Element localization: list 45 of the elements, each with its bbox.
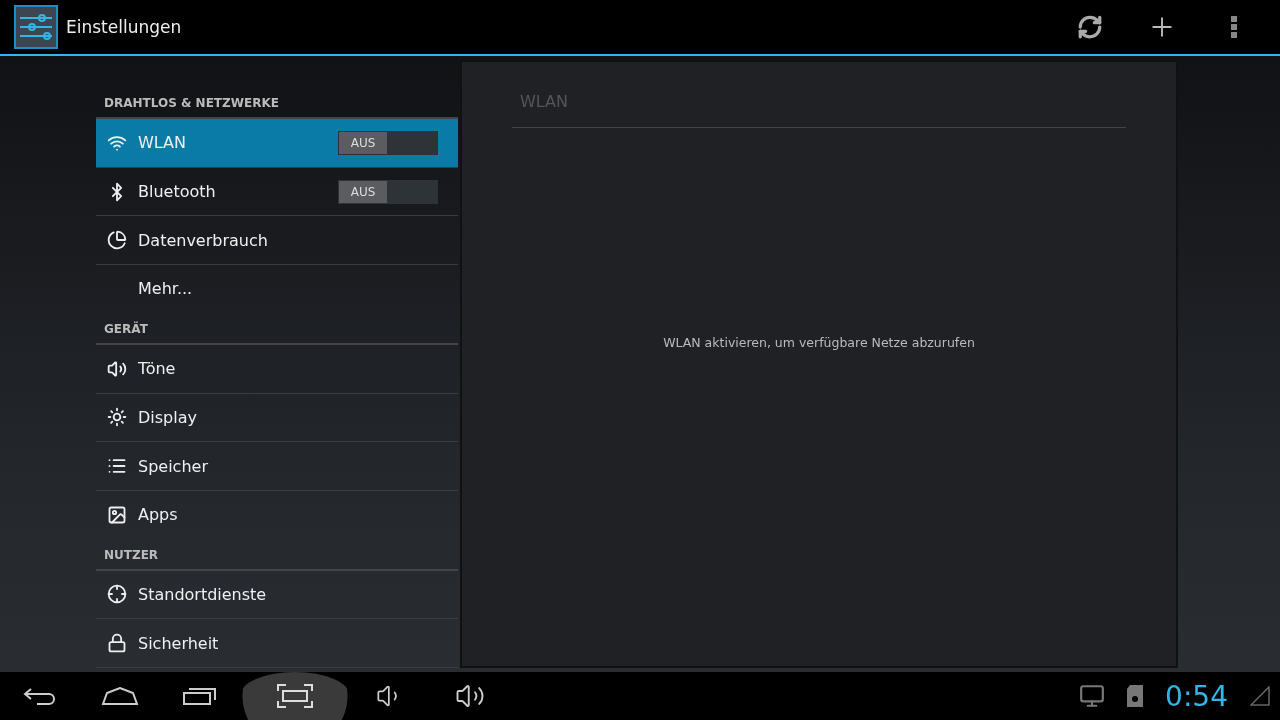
settings-item[interactable]: Datenverbrauch <box>96 216 458 266</box>
item-label: Bluetooth <box>138 182 217 202</box>
item-label: WLAN <box>138 133 187 153</box>
sd-card-icon <box>1127 685 1144 707</box>
toggle-switch[interactable]: AUS <box>338 179 438 204</box>
item-label: Töne <box>138 359 177 379</box>
item-label: Sicherheit <box>138 633 220 653</box>
settings-item[interactable]: Apps <box>96 490 458 540</box>
signal-icon <box>1250 686 1270 706</box>
monitor-icon <box>1079 683 1106 709</box>
switch-thumb: AUS <box>339 131 387 154</box>
switch-thumb: AUS <box>339 180 387 203</box>
item-label: Speicher <box>138 456 209 476</box>
app-title: Einstellungen <box>66 17 183 37</box>
home-icon <box>101 687 139 705</box>
item-label: Mehr... <box>138 279 194 299</box>
settings-item[interactable]: Display <box>96 393 458 443</box>
settings-item[interactable]: Töne <box>96 344 458 394</box>
section-header: NUTZER <box>96 539 458 571</box>
item-label: Datenverbrauch <box>138 230 269 250</box>
toggle-switch[interactable]: AUS <box>338 130 438 155</box>
settings-app-icon[interactable] <box>14 5 58 49</box>
settings-item[interactable]: Mehr... <box>96 265 458 314</box>
screenshot-icon <box>277 684 313 708</box>
item-label: Standortdienste <box>138 584 268 604</box>
recent-apps-icon <box>183 687 217 705</box>
settings-item[interactable]: Standortdienste <box>96 570 458 620</box>
sun-icon <box>107 407 127 428</box>
settings-item[interactable]: Speicher <box>96 442 458 491</box>
empty-message: WLAN aktivieren, um verfügbare Netze abzurufen <box>663 334 975 350</box>
settings-item[interactable]: WLAN AUS <box>96 119 458 168</box>
crosshair-icon <box>107 584 127 605</box>
pie-chart-icon <box>107 230 127 251</box>
sync-icon <box>1077 14 1103 40</box>
menu-icon <box>1231 16 1237 38</box>
section-header: GERÄT <box>96 313 458 345</box>
clock: 0:54 <box>1165 679 1228 713</box>
item-label: Apps <box>138 505 179 525</box>
speaker-icon <box>107 358 127 379</box>
image-icon <box>107 504 127 525</box>
item-label: Display <box>138 407 198 427</box>
settings-item[interactable]: Bluetooth AUS <box>96 167 458 217</box>
settings-item[interactable]: Sicherheit <box>96 619 458 669</box>
back-icon <box>23 686 57 706</box>
lock-icon <box>107 633 127 654</box>
